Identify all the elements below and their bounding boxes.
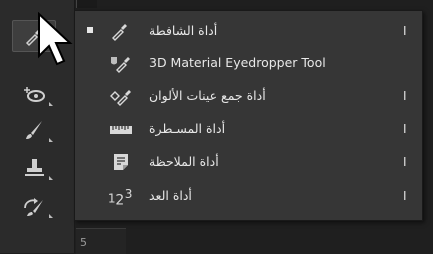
menu-item-ruler[interactable]: أداة المسـطرة I — [75, 114, 422, 144]
menu-item-eyedropper[interactable]: أداة الشافطة I — [75, 16, 422, 46]
selected-bullet-icon — [87, 27, 93, 33]
color-sampler-icon — [110, 90, 131, 106]
menu-item-shortcut: I — [403, 122, 407, 136]
spot-healing-tool-button[interactable] — [12, 78, 56, 110]
menu-item-label: أداة الشافطة — [149, 23, 218, 38]
menu-item-shortcut: I — [403, 24, 407, 38]
svg-text:3: 3 — [125, 187, 133, 201]
menu-item-label: أداة العد — [149, 188, 192, 203]
tool-group-indicator — [49, 102, 53, 106]
menu-item-label: أداة المسـطرة — [149, 121, 226, 136]
count-icon: 1 2 3 — [108, 187, 133, 206]
brush-icon — [26, 121, 42, 139]
eyedropper-icon — [112, 24, 127, 41]
3d-material-eyedropper-icon — [111, 57, 130, 73]
ruler-top-stub — [76, 0, 97, 8]
clone-stamp-icon — [25, 159, 44, 176]
brush-tool-button[interactable] — [12, 114, 56, 146]
history-brush-tool-button[interactable] — [12, 190, 56, 222]
mouse-pointer-icon — [38, 12, 73, 66]
clone-stamp-tool-button[interactable] — [12, 152, 56, 184]
menu-item-label: 3D Material Eyedropper Tool — [149, 55, 326, 70]
menu-item-shortcut: I — [403, 155, 407, 169]
menu-item-label: أداة جمع عينات الألوان — [149, 88, 266, 103]
tool-group-indicator — [49, 176, 53, 180]
history-brush-icon — [24, 198, 43, 216]
ruler-icon — [110, 126, 132, 134]
tool-flyout-menu: أداة الشافطة I 3D Material Eyedropper To… — [74, 10, 423, 221]
menu-item-label: أداة الملاحظة — [149, 154, 219, 169]
menu-item-3d-material-eyedropper[interactable]: 3D Material Eyedropper Tool — [75, 48, 422, 78]
spot-healing-icon — [24, 87, 45, 102]
tool-group-indicator — [49, 214, 53, 218]
ruler-number: 5 — [80, 236, 87, 249]
menu-item-shortcut: I — [403, 189, 407, 203]
menu-item-color-sampler[interactable]: أداة جمع عينات الألوان I — [75, 81, 422, 111]
menu-item-count[interactable]: 1 2 3 أداة العد I — [75, 181, 422, 211]
svg-text:2: 2 — [115, 192, 124, 206]
menu-item-shortcut: I — [403, 89, 407, 103]
tool-group-indicator — [49, 138, 53, 142]
menu-item-note[interactable]: أداة الملاحظة I — [75, 147, 422, 177]
note-icon — [114, 154, 128, 170]
